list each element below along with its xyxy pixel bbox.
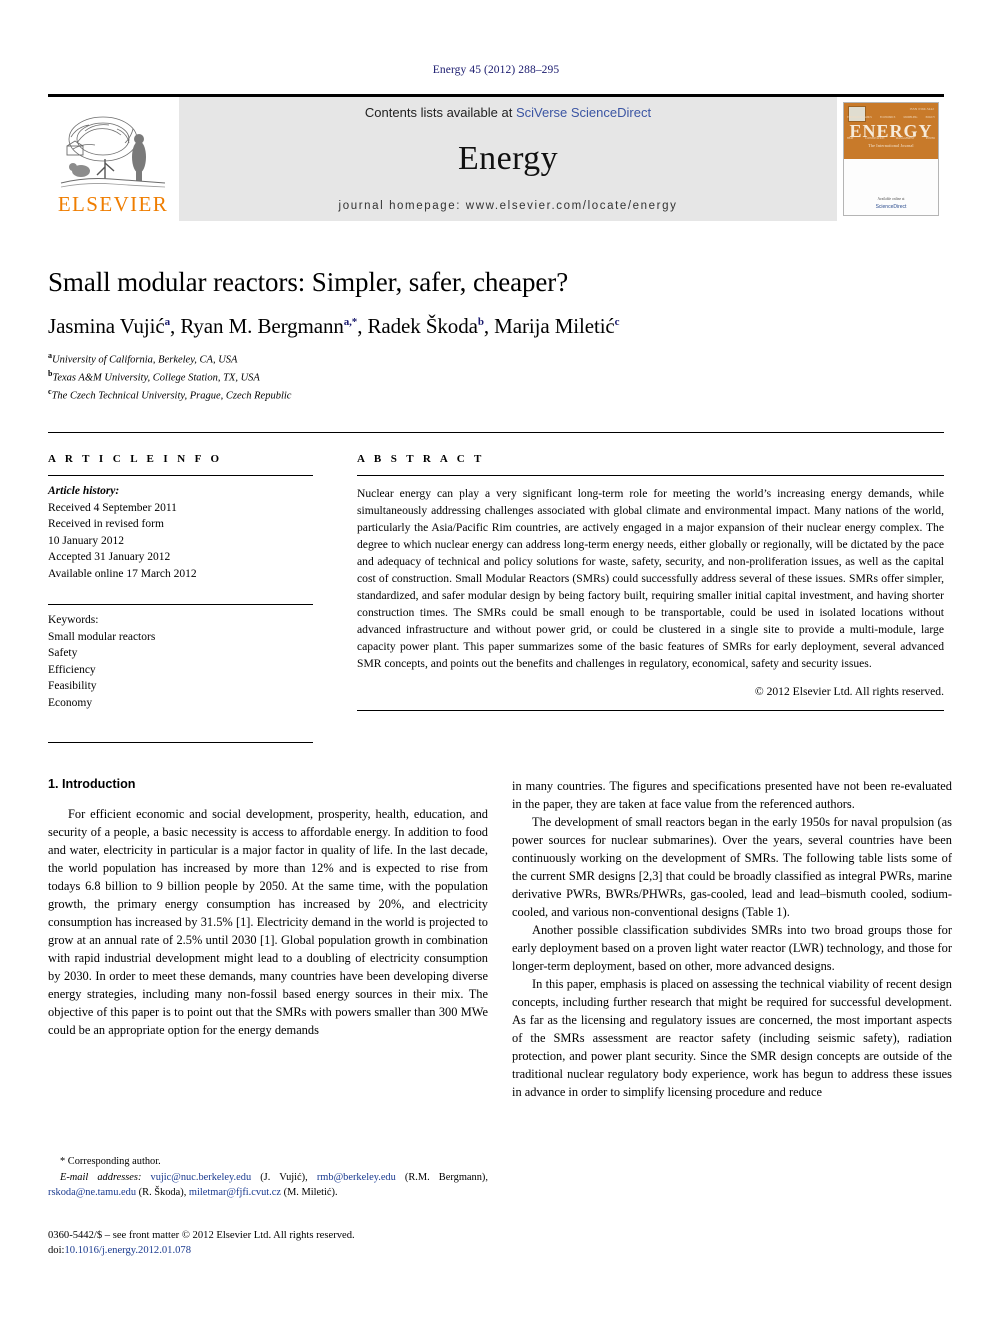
keyword-item: Safety bbox=[48, 647, 78, 660]
article-history-label: Article history: bbox=[48, 484, 120, 497]
corresponding-author-footnote: * Corresponding author. E-mail addresses… bbox=[48, 1155, 488, 1200]
body-paragraph: in many countries. The figures and speci… bbox=[512, 778, 952, 811]
article-history-group: Article history: Received 4 September 20… bbox=[48, 476, 313, 582]
abstract-column: A B S T R A C T Nuclear energy can play … bbox=[357, 453, 944, 743]
cover-keyword: THERMODYNAMICS bbox=[847, 116, 872, 119]
email-person: (R.M. Bergmann) bbox=[404, 1171, 486, 1183]
body-paragraph: The development of small reactors began … bbox=[512, 814, 952, 919]
body-paragraph: Another possible classification subdivid… bbox=[512, 922, 952, 973]
masthead-center: Contents lists available at SciVerse Sci… bbox=[178, 97, 838, 221]
affiliation-item: bTexas A&M University, College Station, … bbox=[48, 368, 944, 386]
keyword-item: Small modular reactors bbox=[48, 630, 156, 643]
email-link[interactable]: miletmar@fjfi.cvut.cz bbox=[189, 1187, 281, 1198]
body-columns: 1. Introduction For efficient economic a… bbox=[48, 777, 952, 1102]
elsevier-logo[interactable]: ELSEVIER bbox=[48, 97, 178, 221]
author-name: Radek Škoda bbox=[367, 314, 478, 338]
corresponding-author-note: * Corresponding author. bbox=[60, 1156, 161, 1167]
abstract-bottom-rule bbox=[357, 710, 944, 712]
body-right-column: in many countries. The figures and speci… bbox=[512, 777, 952, 1102]
cover-publisher-badge bbox=[848, 106, 866, 122]
running-head: Energy 45 (2012) 288–295 bbox=[432, 64, 560, 76]
cover-keyword: POLICY bbox=[925, 116, 935, 119]
keyword-item: Economy bbox=[48, 696, 93, 709]
keywords-label: Keywords: bbox=[48, 614, 99, 627]
doi-link[interactable]: 10.1016/j.energy.2012.01.078 bbox=[64, 1245, 191, 1256]
cover-top-panel: ISSN 0360-5442 THERMODYNAMICS ECONOMICS … bbox=[844, 103, 938, 159]
info-abstract-band: A R T I C L E I N F O Article history: R… bbox=[48, 431, 944, 743]
title-block: Small modular reactors: Simpler, safer, … bbox=[48, 267, 944, 404]
cover-keyword: MODELING bbox=[903, 116, 918, 119]
affiliation-text: University of California, Berkeley, CA, … bbox=[52, 354, 238, 366]
email-person: (R. Škoda) bbox=[138, 1186, 184, 1198]
email-person: (J. Vujić) bbox=[260, 1171, 306, 1183]
history-item: 10 January 2012 bbox=[48, 534, 125, 547]
elsevier-wordmark: ELSEVIER bbox=[57, 192, 169, 216]
cover-keyword: ECONOMICS bbox=[880, 116, 896, 119]
author-name: Marija Miletić bbox=[494, 314, 615, 338]
journal-masthead: ELSEVIER Contents lists available at Sci… bbox=[48, 94, 944, 221]
cover-keywords-top: THERMODYNAMICS ECONOMICS MODELING POLICY bbox=[847, 116, 935, 119]
email-link[interactable]: rskoda@ne.tamu.edu bbox=[48, 1187, 136, 1198]
email-link[interactable]: vujic@nuc.berkeley.edu bbox=[151, 1172, 252, 1183]
abstract-text: Nuclear energy can play a very significa… bbox=[357, 486, 944, 671]
cover-available-label: Available online at bbox=[877, 197, 905, 201]
cover-keyword: MANAGEMENT bbox=[895, 137, 915, 140]
history-item: Available online 17 March 2012 bbox=[48, 567, 197, 580]
author-name: Ryan M. Bergmann bbox=[180, 314, 344, 338]
cover-keyword: POWER bbox=[925, 137, 935, 140]
author-name: Jasmina Vujić bbox=[48, 314, 165, 338]
journal-cover-thumbnail[interactable]: ISSN 0360-5442 THERMODYNAMICS ECONOMICS … bbox=[838, 97, 944, 221]
contents-prefix: Contents lists available at bbox=[364, 104, 516, 120]
cover-bottom-panel: Available online at ScienceDirect bbox=[844, 159, 938, 215]
history-item: Accepted 31 January 2012 bbox=[48, 551, 171, 564]
author-list: Jasmina Vujića, Ryan M. Bergmanna,*, Rad… bbox=[48, 314, 620, 338]
imprint-block: 0360-5442/$ – see front matter © 2012 El… bbox=[48, 1228, 518, 1258]
author-affil-mark: b bbox=[477, 316, 484, 328]
email-addresses-line: E-mail addresses: vujic@nuc.berkeley.edu… bbox=[48, 1171, 488, 1198]
affiliation-item: aUniversity of California, Berkeley, CA,… bbox=[48, 350, 944, 368]
elsevier-tree-icon bbox=[60, 116, 166, 188]
body-left-column: 1. Introduction For efficient economic a… bbox=[48, 777, 488, 1102]
cover-keyword: HEAT bbox=[847, 137, 854, 140]
abstract-copyright: © 2012 Elsevier Ltd. All rights reserved… bbox=[754, 685, 944, 699]
author-affil-mark: c bbox=[614, 316, 620, 328]
affiliation-text: Texas A&M University, College Station, T… bbox=[52, 372, 260, 384]
email-person: (M. Miletić) bbox=[283, 1186, 335, 1198]
cover-image: ISSN 0360-5442 THERMODYNAMICS ECONOMICS … bbox=[843, 102, 939, 216]
page-title: Small modular reactors: Simpler, safer, … bbox=[48, 267, 569, 297]
history-item: Received 4 September 2011 bbox=[48, 501, 177, 514]
email-label: E-mail addresses: bbox=[60, 1171, 142, 1183]
body-paragraph: In this paper, emphasis is placed on ass… bbox=[512, 977, 952, 1100]
article-info-heading: A R T I C L E I N F O bbox=[48, 452, 223, 465]
email-link[interactable]: rmb@berkeley.edu bbox=[317, 1172, 396, 1183]
sciencedirect-link[interactable]: SciVerse ScienceDirect bbox=[516, 105, 651, 120]
article-page: Energy 45 (2012) 288–295 ELSEVIER Conten… bbox=[0, 0, 992, 1323]
cover-issn-label: ISSN 0360-5442 bbox=[909, 107, 934, 111]
keyword-item: Efficiency bbox=[48, 663, 96, 676]
abstract-heading: A B S T R A C T bbox=[357, 452, 485, 465]
cover-keyword: CONSERVATION bbox=[865, 137, 885, 140]
journal-title: Energy bbox=[458, 139, 558, 177]
doi-line: doi:10.1016/j.energy.2012.01.078 bbox=[48, 1243, 518, 1258]
section-heading-introduction: 1. Introduction bbox=[48, 776, 136, 791]
keyword-item: Feasibility bbox=[48, 680, 97, 693]
article-info-bottom-rule bbox=[48, 741, 313, 743]
issn-line: 0360-5442/$ – see front matter © 2012 El… bbox=[48, 1230, 355, 1241]
keywords-group: Keywords: Small modular reactors Safety … bbox=[48, 604, 313, 711]
cover-subtitle: The International Journal bbox=[868, 143, 914, 148]
cover-keywords-bottom: HEAT CONSERVATION MANAGEMENT POWER bbox=[847, 137, 935, 140]
article-info-column: A R T I C L E I N F O Article history: R… bbox=[48, 453, 313, 743]
contents-available-line: Contents lists available at SciVerse Sci… bbox=[365, 105, 651, 120]
journal-homepage-link[interactable]: journal homepage: www.elsevier.com/locat… bbox=[339, 200, 678, 212]
history-item: Received in revised form bbox=[48, 518, 164, 531]
body-paragraph: For efficient economic and social develo… bbox=[48, 806, 488, 1038]
author-affil-mark: a,* bbox=[343, 316, 358, 328]
author-affil-mark: a bbox=[164, 316, 171, 328]
affiliation-text: The Czech Technical University, Prague, … bbox=[51, 390, 292, 402]
affiliation-list: aUniversity of California, Berkeley, CA,… bbox=[48, 350, 944, 404]
cover-sciencedirect-label: ScienceDirect bbox=[875, 204, 907, 210]
affiliation-item: cThe Czech Technical University, Prague,… bbox=[48, 386, 944, 404]
doi-prefix: doi: bbox=[48, 1245, 65, 1257]
